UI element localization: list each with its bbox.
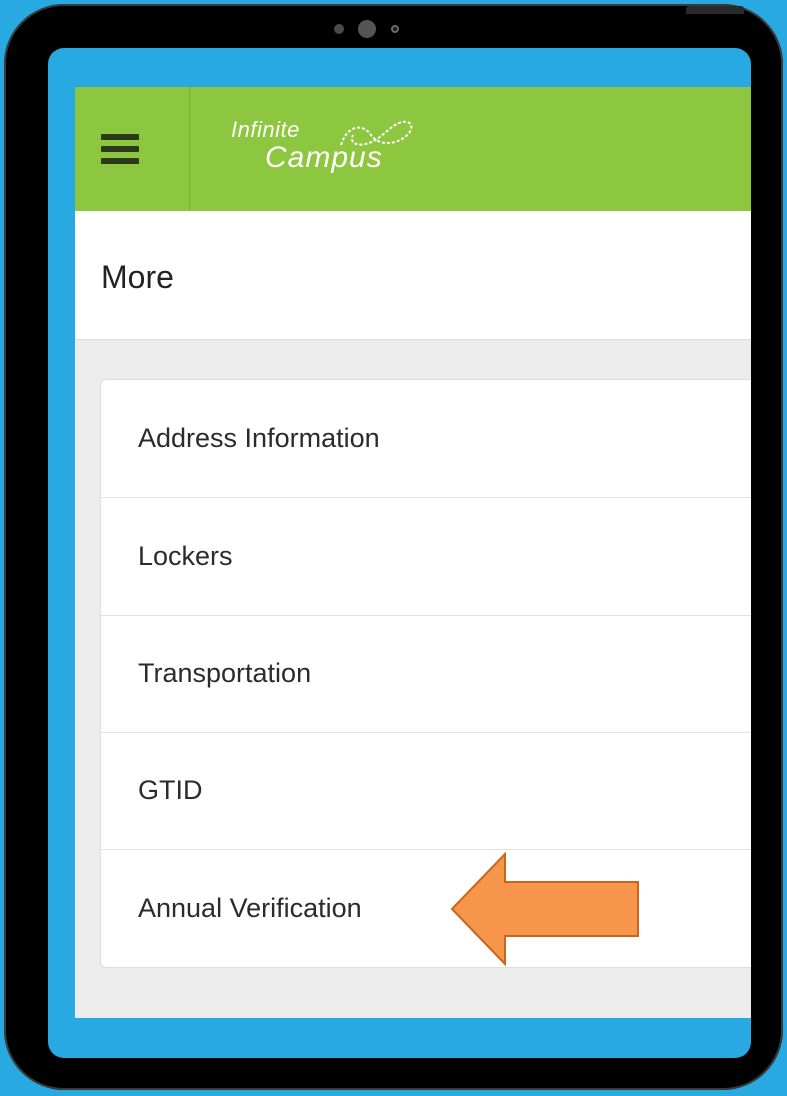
list-item-gtid[interactable]: GTID <box>101 732 751 850</box>
sensor-dot-icon <box>334 24 344 34</box>
infinite-campus-logo[interactable]: Infinite Campus <box>231 115 461 185</box>
list-item-label: Lockers <box>138 541 233 571</box>
list-item-label: GTID <box>138 775 203 805</box>
list-item-label: Annual Verification <box>138 893 362 923</box>
camera-icon <box>358 20 376 38</box>
hamburger-menu-button[interactable] <box>75 87 190 211</box>
list-item-transportation[interactable]: Transportation <box>101 615 751 733</box>
list-item-address-information[interactable]: Address Information <box>101 380 751 498</box>
list-item-label: Transportation <box>138 658 312 688</box>
app-header: Infinite Campus <box>75 87 751 211</box>
left-arrow-icon <box>450 852 639 966</box>
logo-swirl-icon <box>340 120 413 146</box>
list-item-lockers[interactable]: Lockers <box>101 498 751 616</box>
lens-icon <box>391 25 399 33</box>
list-item-annual-verification[interactable]: Annual Verification <box>101 850 751 967</box>
logo-text-infinite: Infinite <box>231 117 300 142</box>
list-item-label: Address Information <box>138 423 380 453</box>
device-side-button <box>686 6 744 14</box>
page-title-bar: More <box>75 211 751 340</box>
page-title: More <box>101 259 174 295</box>
device-screen: Infinite Campus More Address Information… <box>48 48 751 1058</box>
app-window: Infinite Campus More Address Information… <box>75 87 751 1018</box>
more-menu-list: Address Information Lockers Transportati… <box>100 379 751 968</box>
